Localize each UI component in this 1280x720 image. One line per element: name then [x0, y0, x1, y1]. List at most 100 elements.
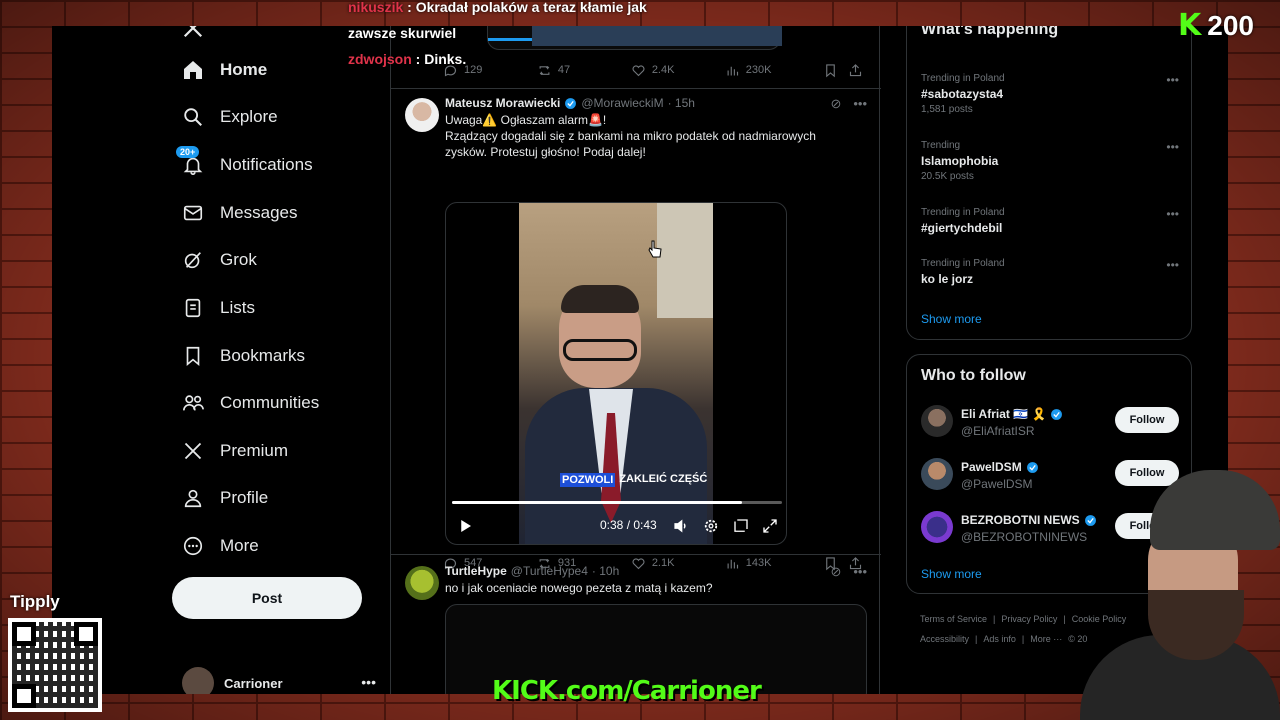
avatar[interactable]: [405, 98, 439, 132]
play-icon[interactable]: [456, 517, 474, 535]
bell-icon: 20+: [176, 146, 206, 178]
chat-username: zdwojson: [348, 51, 412, 67]
stream-chat-overlay: nikuszik : Okradał polaków a teraz kłami…: [348, 0, 647, 72]
account-switcher[interactable]: Carrioner •••: [182, 667, 382, 694]
more-dots-icon[interactable]: •••: [1166, 207, 1179, 221]
author-name[interactable]: TurtleHype: [445, 564, 507, 578]
trend-title: ko le jorz: [921, 272, 974, 286]
video-player[interactable]: POZWOLI ZAKLEIĆ CZĘŚĆ 0:38 / 0:43: [445, 202, 787, 545]
sidebar-item-x-logo[interactable]: [180, 26, 220, 46]
footer-link[interactable]: Accessibility: [920, 634, 969, 644]
sidebar-item-label: Communities: [220, 393, 320, 412]
sidebar-item-profile[interactable]: Profile: [180, 480, 268, 516]
avatar: [921, 458, 953, 490]
trend-item[interactable]: Trending in Poland ko le jorz •••: [921, 258, 1179, 286]
picture-in-picture-icon[interactable]: [732, 517, 750, 535]
sidebar-item-label: Premium: [220, 441, 289, 460]
follow-button[interactable]: Follow: [1115, 407, 1179, 433]
tweet-time[interactable]: · 10h: [592, 564, 619, 578]
video-caption: POZWOLI ZAKLEIĆ CZĘŚĆ: [560, 473, 707, 487]
tweet-morawiecki[interactable]: Mateusz Morawiecki @MorawieckiM · 15h ⊘ …: [391, 90, 881, 570]
tweet-header: TurtleHype @TurtleHype4 · 10h: [445, 564, 619, 578]
sidebar-item-label: Profile: [220, 488, 269, 507]
share-button[interactable]: [848, 63, 863, 78]
sidebar-item-home[interactable]: Home: [180, 52, 267, 88]
sidebar-item-lists[interactable]: Lists: [180, 290, 255, 326]
tweet-time[interactable]: · 15h: [668, 96, 695, 110]
sidebar-item-label: Notifications: [220, 155, 313, 174]
qr-code: [8, 618, 102, 712]
settings-gear-icon[interactable]: [702, 517, 720, 535]
bookmark-button[interactable]: [823, 63, 848, 78]
tweet-header: Mateusz Morawiecki @MorawieckiM · 15h: [445, 96, 695, 110]
author-handle[interactable]: @TurtleHype4: [511, 564, 588, 578]
post-button[interactable]: Post: [172, 577, 362, 619]
trend-item[interactable]: Trending in Poland #giertychdebil •••: [921, 207, 1179, 235]
sidebar-item-explore[interactable]: Explore: [180, 99, 278, 135]
tweet-text: Uwaga⚠️ Ogłaszam alarm🚨! Rządzący dogada…: [445, 112, 855, 160]
account-name: Carrioner: [224, 675, 283, 691]
footer-separator: |: [1021, 634, 1025, 644]
streamer-webcam: [1040, 470, 1280, 720]
panel-title: What's happening: [921, 26, 1059, 38]
chat-message: zawsze skurwiel: [348, 25, 457, 41]
show-more-link[interactable]: Show more: [921, 567, 982, 581]
views-button[interactable]: 230K: [725, 63, 823, 78]
trend-item[interactable]: Trending in Poland #sabotazysta4 1,581 p…: [921, 73, 1179, 115]
sidebar-item-label: Messages: [220, 203, 298, 222]
caption-text: ZAKLEIĆ CZĘŚĆ: [619, 473, 708, 485]
show-more-link[interactable]: Show more: [921, 312, 982, 326]
fullscreen-icon[interactable]: [761, 517, 779, 535]
sidebar-item-bookmarks[interactable]: Bookmarks: [180, 338, 305, 374]
wall-panel: [657, 203, 713, 318]
trend-item[interactable]: Trending Islamophobia 20.5K posts •••: [921, 140, 1179, 182]
sidebar-item-grok[interactable]: Grok: [180, 242, 257, 278]
x-logo-icon: [180, 438, 206, 464]
envelope-icon: [180, 200, 206, 226]
video-progress-bar[interactable]: [452, 501, 782, 504]
volume-icon[interactable]: [672, 517, 690, 535]
views-icon: [727, 66, 738, 75]
sidebar-item-notifications[interactable]: 20+ Notifications: [176, 146, 313, 183]
follow-suggestion[interactable]: Eli Afriat 🇮🇱 🎗️ @EliAfriatISR Follow: [921, 405, 1179, 441]
trend-context: Trending in Poland: [921, 207, 1005, 218]
more-dots-icon[interactable]: •••: [1166, 258, 1179, 272]
grok-icon[interactable]: ⊘: [830, 96, 841, 112]
sidebar-nav: Home Explore 20+ Notifications Messages: [172, 26, 392, 694]
tweet-turtlehype[interactable]: TurtleHype @TurtleHype4 · 10h ⊘ ••• no i…: [391, 558, 881, 694]
footer-link[interactable]: Terms of Service: [920, 614, 987, 624]
webcam-cap-shape: [1150, 470, 1280, 550]
sidebar-item-more[interactable]: More: [180, 528, 259, 564]
verified-badge-icon: [1026, 461, 1038, 473]
people-icon: [180, 390, 206, 416]
video-progress-fill: [452, 501, 743, 504]
more-dots-icon[interactable]: •••: [853, 564, 867, 580]
trend-count: 20.5K posts: [921, 171, 974, 182]
tweet-text-line: Rządzący dogadali się z bankami na mikro…: [445, 129, 816, 159]
trend-title: Islamophobia: [921, 154, 999, 168]
hair-shape: [561, 285, 639, 313]
tweet-tools: ⊘ •••: [830, 96, 867, 112]
author-name[interactable]: Mateusz Morawiecki: [445, 96, 560, 110]
search-icon: [180, 104, 206, 130]
video-frame: [519, 203, 713, 544]
trend-context: Trending in Poland: [921, 258, 1005, 269]
more-circle-icon: [180, 533, 206, 559]
sidebar-item-premium[interactable]: Premium: [180, 433, 288, 469]
sidebar-item-communities[interactable]: Communities: [180, 385, 319, 421]
more-dots-icon[interactable]: •••: [1166, 73, 1179, 87]
grok-icon[interactable]: ⊘: [830, 564, 841, 580]
tipply-label: Tipply: [10, 592, 60, 611]
verified-badge-icon: [1051, 408, 1063, 420]
avatar[interactable]: [405, 566, 439, 600]
more-dots-icon[interactable]: •••: [1166, 140, 1179, 154]
author-handle[interactable]: @MorawieckiM: [581, 96, 663, 110]
sidebar-item-messages[interactable]: Messages: [180, 195, 297, 231]
suggestion-handle: @EliAfriatISR: [961, 424, 1035, 438]
more-dots-icon[interactable]: •••: [853, 96, 867, 112]
trend-context: Trending: [921, 140, 961, 151]
caption-highlight: POZWOLI: [560, 473, 616, 487]
footer-separator: |: [975, 634, 978, 644]
chat-username: nikuszik: [348, 0, 404, 15]
footer-link[interactable]: Ads info: [983, 634, 1016, 644]
